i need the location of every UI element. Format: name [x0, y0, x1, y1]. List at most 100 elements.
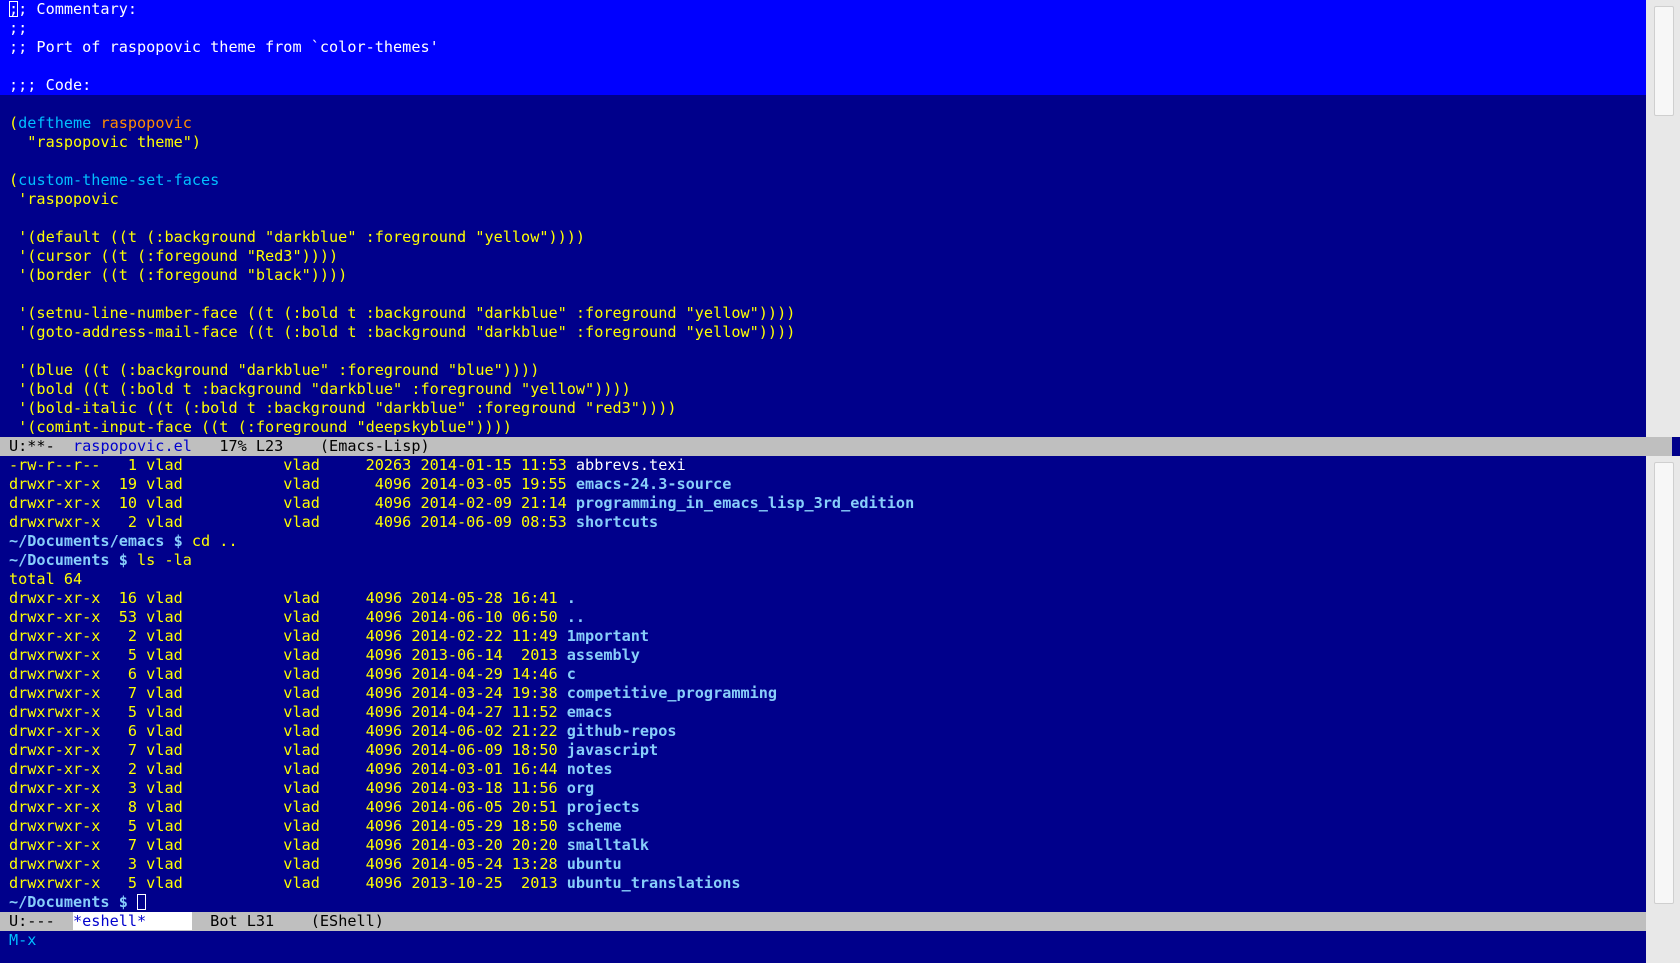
listing-meta: drwxr-xr-x 2 vlad vlad 4096 2014-03-01 1…	[9, 760, 567, 778]
face-definition-line: '(bold-italic ((t (:bold t :background "…	[9, 399, 677, 417]
commentary-block: ;; Commentary:;;;; Port of raspopovic th…	[0, 0, 1646, 95]
listing-dirname[interactable]: ubuntu_translations	[567, 874, 741, 892]
listing-meta: drwxr-xr-x 3 vlad vlad 4096 2014-03-18 1…	[9, 779, 567, 797]
listing-meta: drwxr-xr-x 7 vlad vlad 4096 2014-03-20 2…	[9, 836, 567, 854]
face-definition-line: '(blue ((t (:background "darkblue" :fore…	[9, 361, 540, 379]
deftheme-keyword: deftheme	[18, 114, 92, 132]
listing-dirname[interactable]: javascript	[567, 741, 658, 759]
listing-meta: drwxrwxr-x 6 vlad vlad 4096 2014-04-29 1…	[9, 665, 567, 683]
listing-meta: drwxr-xr-x 10 vlad vlad 4096 2014-02-09 …	[9, 494, 576, 512]
listing-filename[interactable]: abbrevs.texi	[576, 456, 686, 474]
editor-mode-line[interactable]: U:**- raspopovic.el 17% L23 (Emacs-Lisp)	[0, 437, 1672, 456]
set-faces-line: (custom-theme-set-faces	[9, 171, 220, 189]
listing-dirname[interactable]: .	[567, 589, 576, 607]
listing-meta: drwxr-xr-x 16 vlad vlad 4096 2014-05-28 …	[9, 589, 567, 607]
listing-row: drwxrwxr-x 5 vlad vlad 4096 2013-10-25 2…	[0, 874, 1646, 893]
eshell-window[interactable]: -rw-r--r-- 1 vlad vlad 20263 2014-01-15 …	[0, 456, 1680, 912]
listing-row: drwxrwxr-x 2 vlad vlad 4096 2014-06-09 0…	[0, 513, 1646, 532]
listing-row: drwxr-xr-x 2 vlad vlad 4096 2014-02-22 1…	[0, 627, 1646, 646]
listing-meta: drwxrwxr-x 7 vlad vlad 4096 2014-03-24 1…	[9, 684, 567, 702]
listing-dirname[interactable]: scheme	[567, 817, 622, 835]
listing-row: drwxrwxr-x 5 vlad vlad 4096 2013-06-14 2…	[0, 646, 1646, 665]
comment-line	[0, 57, 1646, 76]
editor-content[interactable]: ;; Commentary:;;;; Port of raspopovic th…	[0, 0, 1646, 437]
listing-dirname[interactable]: 1mportant	[567, 627, 649, 645]
listing-meta: drwxrwxr-x 5 vlad vlad 4096 2013-06-14 2…	[9, 646, 567, 664]
listing-meta: drwxrwxr-x 2 vlad vlad 4096 2014-06-09 0…	[9, 513, 576, 531]
comment-line: ;;; Code:	[0, 76, 1646, 95]
face-definition-line: '(border ((t (:foregound "black"))))	[9, 266, 348, 284]
listing-dirname[interactable]: github-repos	[567, 722, 677, 740]
eshell-scrollbar-thumb[interactable]	[1654, 462, 1674, 904]
listing-dirname[interactable]: competitive_programming	[567, 684, 777, 702]
total-line: total 64	[9, 570, 83, 588]
listing-filename[interactable]: emacs-24.3-source	[576, 475, 731, 493]
theme-quote-line: 'raspopovic	[9, 190, 119, 208]
listing-meta: drwxr-xr-x 2 vlad vlad 4096 2014-02-22 1…	[9, 627, 567, 645]
listing-dirname[interactable]: ..	[567, 608, 585, 626]
eshell-buffer-name[interactable]: *eshell*	[73, 912, 192, 930]
listing-row: -rw-r--r-- 1 vlad vlad 20263 2014-01-15 …	[0, 456, 1646, 475]
comment-line: ;; Port of raspopovic theme from `color-…	[0, 38, 1646, 57]
comment-line: ;;	[0, 19, 1646, 38]
listing-row: drwxrwxr-x 6 vlad vlad 4096 2014-04-29 1…	[0, 665, 1646, 684]
listing-dirname[interactable]: ubuntu	[567, 855, 622, 873]
active-prompt-line[interactable]: ~/Documents $	[0, 893, 1646, 912]
listing-row: drwxrwxr-x 3 vlad vlad 4096 2014-05-24 1…	[0, 855, 1646, 874]
listing-row: drwxr-xr-x 6 vlad vlad 4096 2014-06-02 2…	[0, 722, 1646, 741]
deftheme-line: (deftheme raspopovic	[9, 114, 192, 132]
listing-row: drwxr-xr-x 16 vlad vlad 4096 2014-05-28 …	[0, 589, 1646, 608]
prompt-line: ~/Documents/emacs $ cd ..	[9, 532, 238, 550]
listing-row: drwxr-xr-x 10 vlad vlad 4096 2014-02-09 …	[0, 494, 1646, 513]
listing-dirname[interactable]: notes	[567, 760, 613, 778]
listing-meta: drwxrwxr-x 3 vlad vlad 4096 2014-05-24 1…	[9, 855, 567, 873]
listing-dirname[interactable]: c	[567, 665, 576, 683]
scrollbar-corner	[1646, 912, 1680, 963]
eshell-content[interactable]: -rw-r--r-- 1 vlad vlad 20263 2014-01-15 …	[0, 456, 1646, 912]
listing-row: drwxrwxr-x 7 vlad vlad 4096 2014-03-24 1…	[0, 684, 1646, 703]
listing-row: drwxr-xr-x 19 vlad vlad 4096 2014-03-05 …	[0, 475, 1646, 494]
buffer-name[interactable]: raspopovic.el	[73, 437, 192, 455]
comment-line: ;; Commentary:	[0, 0, 1646, 19]
listing-meta: drwxr-xr-x 7 vlad vlad 4096 2014-06-09 1…	[9, 741, 567, 759]
text-cursor	[137, 894, 147, 910]
listing-row: drwxrwxr-x 5 vlad vlad 4096 2014-04-27 1…	[0, 703, 1646, 722]
listing-row: drwxr-xr-x 8 vlad vlad 4096 2014-06-05 2…	[0, 798, 1646, 817]
editor-scrollbar[interactable]	[1646, 0, 1680, 437]
listing-dirname[interactable]: smalltalk	[567, 836, 649, 854]
listing-dirname[interactable]: assembly	[567, 646, 640, 664]
listing-meta: drwxr-xr-x 6 vlad vlad 4096 2014-06-02 2…	[9, 722, 567, 740]
listing-dirname[interactable]: org	[567, 779, 594, 797]
listing-row: drwxr-xr-x 7 vlad vlad 4096 2014-06-09 1…	[0, 741, 1646, 760]
listing-meta: drwxrwxr-x 5 vlad vlad 4096 2013-10-25 2…	[9, 874, 567, 892]
listing-dirname[interactable]: projects	[567, 798, 640, 816]
face-definition-line: '(goto-address-mail-face ((t (:bold t :b…	[9, 323, 796, 341]
mode-line-position: 17% L23 (Emacs-Lisp)	[191, 437, 430, 455]
listing-filename[interactable]: shortcuts	[576, 513, 658, 531]
listing-meta: drwxr-xr-x 8 vlad vlad 4096 2014-06-05 2…	[9, 798, 567, 816]
face-definitions: '(default ((t (:background "darkblue" :f…	[0, 228, 1646, 437]
editor-scrollbar-thumb[interactable]	[1654, 6, 1674, 116]
eshell-mode-line[interactable]: U:--- *eshell* Bot L31 (EShell)	[0, 912, 1672, 931]
listing-meta: -rw-r--r-- 1 vlad vlad 20263 2014-01-15 …	[9, 456, 576, 474]
listing-meta: drwxrwxr-x 5 vlad vlad 4096 2014-05-29 1…	[9, 817, 567, 835]
minibuffer[interactable]: M-x	[0, 931, 36, 950]
deftheme-doc-line: "raspopovic theme")	[9, 133, 202, 151]
listing-meta: drwxrwxr-x 5 vlad vlad 4096 2014-04-27 1…	[9, 703, 567, 721]
face-definition-line: '(bold ((t (:bold t :background "darkblu…	[9, 380, 631, 398]
eshell-scrollbar[interactable]	[1646, 456, 1680, 912]
second-listing: drwxr-xr-x 16 vlad vlad 4096 2014-05-28 …	[0, 589, 1646, 893]
listing-row: drwxr-xr-x 7 vlad vlad 4096 2014-03-20 2…	[0, 836, 1646, 855]
listing-dirname[interactable]: emacs	[567, 703, 613, 721]
face-definition-line: '(comint-input-face ((t (:foreground "de…	[9, 418, 512, 436]
editor-window[interactable]: ;; Commentary:;;;; Port of raspopovic th…	[0, 0, 1680, 437]
face-definition-line: '(default ((t (:background "darkblue" :f…	[9, 228, 586, 246]
face-definition-line: '(setnu-line-number-face ((t (:bold t :b…	[9, 304, 796, 322]
listing-row: drwxr-xr-x 2 vlad vlad 4096 2014-03-01 1…	[0, 760, 1646, 779]
listing-filename[interactable]: programming_in_emacs_lisp_3rd_edition	[576, 494, 914, 512]
